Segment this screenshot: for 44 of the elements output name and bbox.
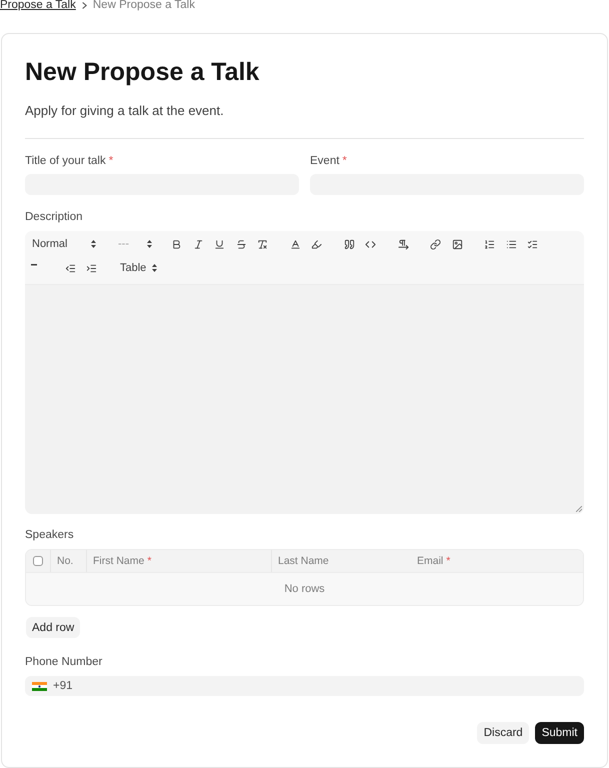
- italic-icon[interactable]: [192, 238, 204, 250]
- checklist-icon[interactable]: [527, 238, 538, 250]
- column-header: Email *: [417, 554, 450, 568]
- heading-select[interactable]: Normal: [27, 232, 99, 256]
- field-label: Description: [25, 210, 83, 224]
- underline-icon[interactable]: [214, 238, 226, 250]
- pilcrow-icon[interactable]: [398, 238, 409, 250]
- indent-icon[interactable]: [86, 262, 98, 274]
- bold-icon[interactable]: [171, 238, 182, 250]
- empty-message: No rows: [284, 582, 325, 596]
- ordered-list-icon[interactable]: [484, 238, 496, 250]
- submit-button[interactable]: Submit: [535, 722, 584, 744]
- column-header: Last Name: [278, 554, 329, 568]
- up-down-caret-icon: [152, 264, 156, 272]
- column-header: First Name *: [93, 554, 152, 568]
- editor-field[interactable]: [25, 285, 584, 514]
- strikethrough-icon[interactable]: [236, 238, 247, 250]
- discard-button[interactable]: Discard: [477, 722, 530, 744]
- breadcrumb-current: New Propose a Talk: [92, 0, 195, 10]
- breadcrumb-link[interactable]: Propose a Talk: [0, 0, 76, 10]
- up-down-caret-icon: [147, 240, 152, 248]
- up-down-caret-icon: [91, 240, 96, 248]
- field-label: Event *: [310, 154, 347, 168]
- text-color-icon[interactable]: [290, 238, 301, 250]
- outdent-icon[interactable]: [64, 262, 76, 274]
- field-label: Title of your talk *: [25, 154, 114, 168]
- chevron-right-icon: [82, 2, 87, 9]
- code-icon[interactable]: [365, 238, 376, 250]
- image-icon[interactable]: [452, 238, 463, 250]
- flag-icon: [32, 682, 47, 690]
- field-label: Speakers: [25, 528, 74, 542]
- field-label: Phone Number: [25, 655, 102, 669]
- highlighter-icon[interactable]: [311, 238, 322, 250]
- checkbox[interactable]: [33, 556, 43, 566]
- quote-icon[interactable]: [344, 238, 355, 250]
- link-icon[interactable]: [430, 238, 442, 250]
- page-title: New Propose a Talk: [25, 57, 260, 87]
- column-header: No.: [57, 554, 74, 568]
- phone-field[interactable]: +91: [25, 676, 584, 696]
- clear-format-icon[interactable]: [257, 238, 268, 250]
- add-row-button[interactable]: Add row: [26, 617, 80, 638]
- resize-handle-icon[interactable]: [576, 506, 582, 512]
- table-select[interactable]: Table: [114, 256, 160, 280]
- page-subtitle: Apply for giving a talk at the event.: [25, 102, 224, 120]
